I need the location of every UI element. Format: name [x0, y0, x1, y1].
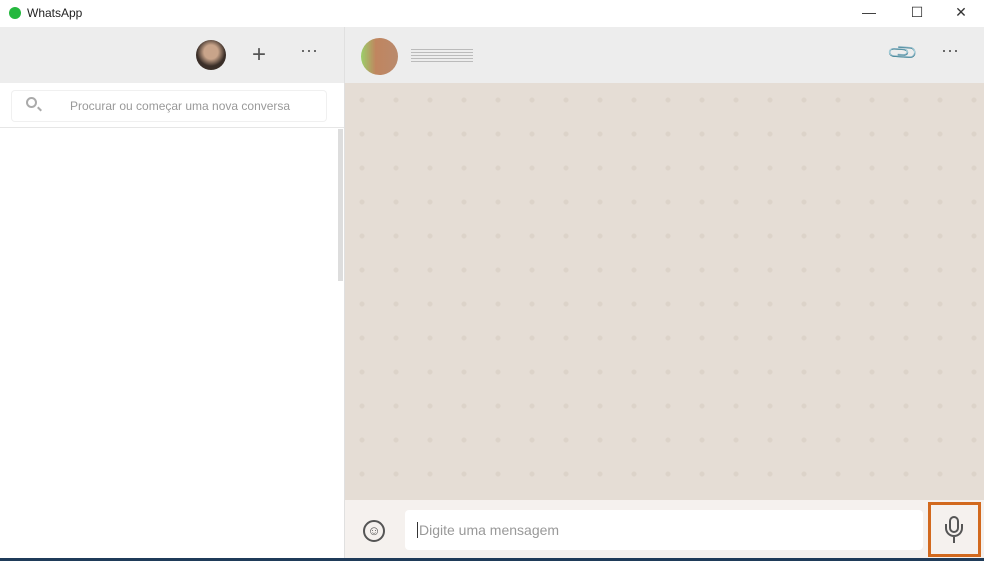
divider	[0, 127, 344, 128]
chat-background	[345, 83, 984, 500]
compose-bar: ☺ Digite uma mensagem	[345, 500, 984, 561]
sidebar-header: + ···	[0, 27, 344, 83]
contact-name-blurred[interactable]	[411, 48, 473, 62]
whatsapp-logo-icon	[9, 7, 21, 19]
scrollbar[interactable]	[338, 129, 343, 281]
microphone-button[interactable]	[928, 502, 981, 557]
profile-avatar[interactable]	[196, 40, 226, 70]
emoji-icon[interactable]: ☺	[363, 520, 385, 542]
microphone-icon-foot	[953, 537, 955, 543]
search-icon	[26, 97, 37, 108]
title-bar: WhatsApp — ☐ ✕	[0, 0, 984, 27]
sidebar-menu-button[interactable]: ···	[300, 41, 318, 59]
search-input[interactable]: Procurar ou começar uma nova conversa	[12, 91, 326, 121]
chat-menu-button[interactable]: ···	[941, 41, 959, 59]
message-placeholder: Digite uma mensagem	[417, 522, 560, 538]
maximize-button[interactable]: ☐	[894, 0, 940, 27]
sidebar: + ··· Procurar ou começar uma nova conve…	[0, 27, 344, 561]
search-placeholder: Procurar ou começar uma nova conversa	[70, 99, 291, 113]
message-input[interactable]: Digite uma mensagem	[405, 510, 923, 550]
close-button[interactable]: ✕	[938, 0, 984, 27]
app-title: WhatsApp	[27, 6, 83, 20]
paperclip-icon[interactable]: 📎	[887, 36, 920, 69]
chat-header: 📎 ···	[345, 27, 984, 83]
contact-avatar[interactable]	[361, 38, 398, 75]
microphone-icon-stand	[945, 524, 963, 537]
chat-panel: 📎 ··· ☺ Digite uma mensagem	[344, 27, 984, 561]
new-chat-button[interactable]: +	[252, 43, 266, 67]
minimize-button[interactable]: —	[846, 0, 892, 27]
